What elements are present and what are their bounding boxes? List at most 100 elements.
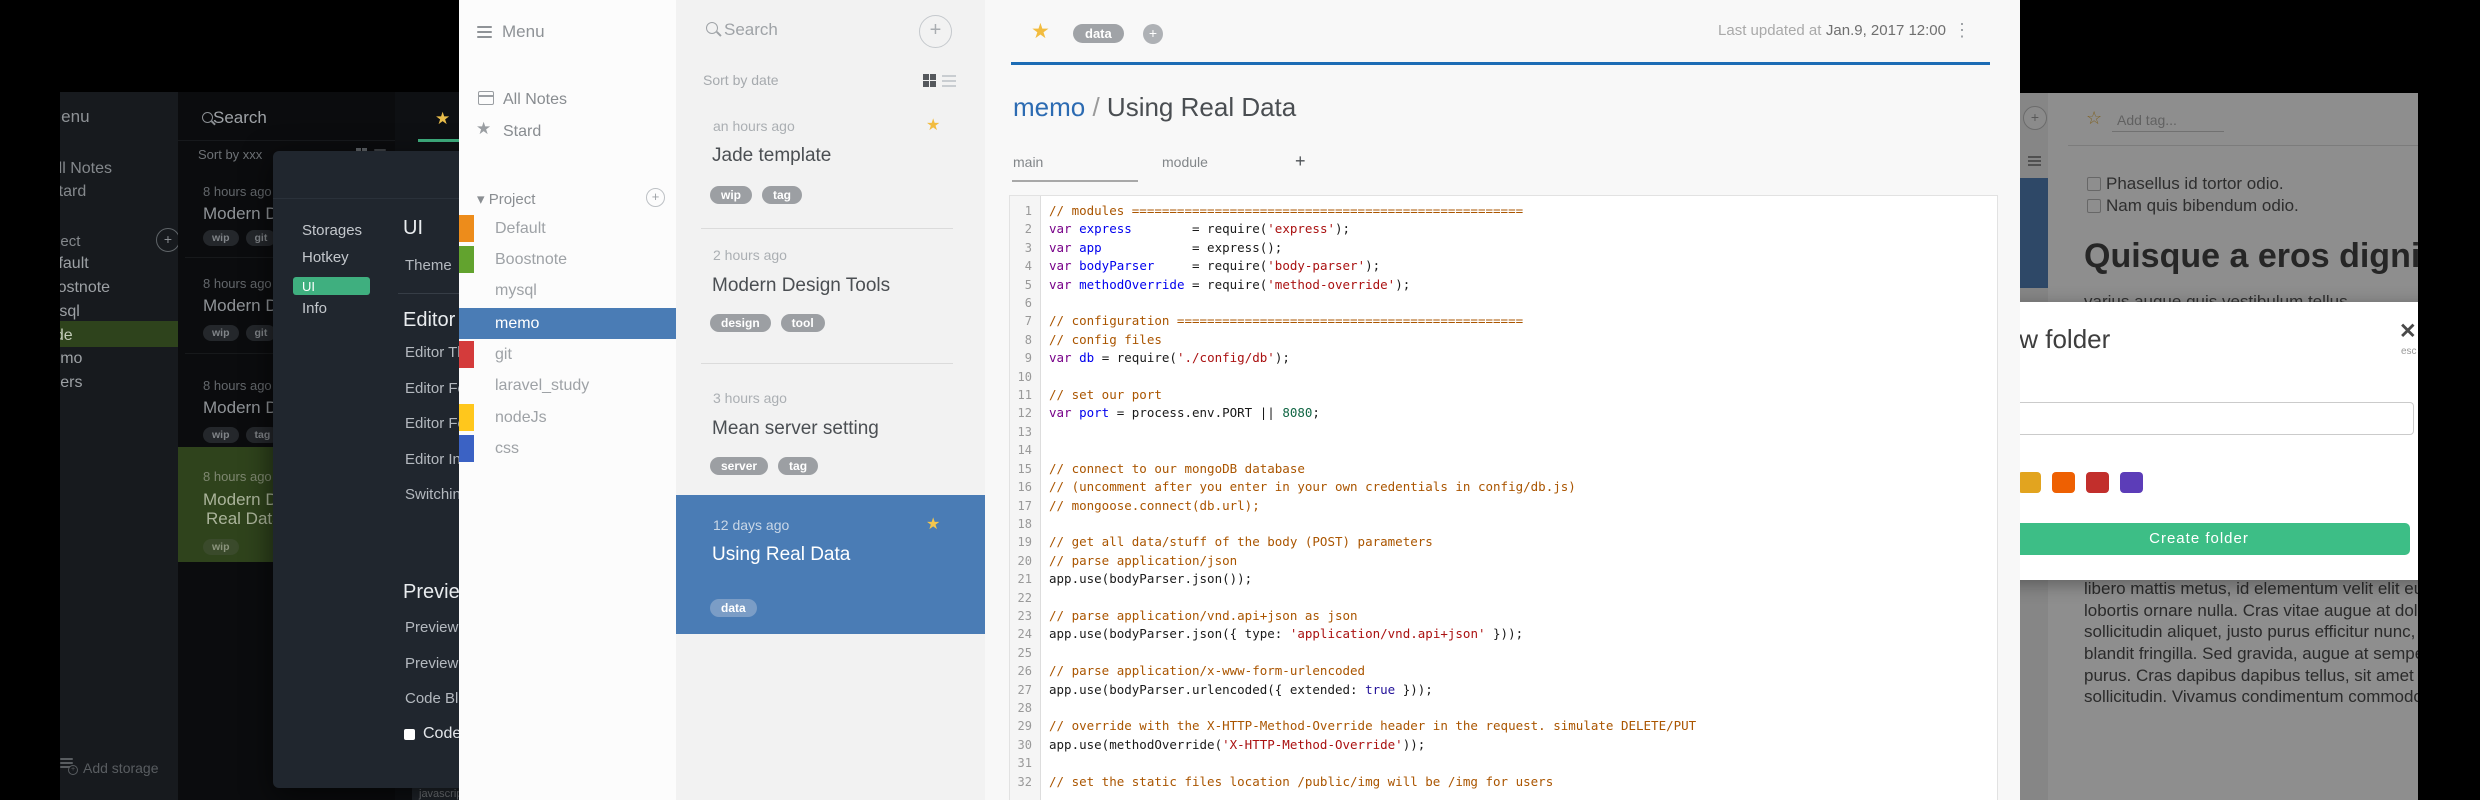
code-line: // modules =============================… [1049, 203, 1524, 218]
add-snippet-tab-button[interactable]: + [1295, 151, 1306, 172]
folder-label: Default [495, 220, 546, 237]
folder-row-laravel-study[interactable]: laravel_study [459, 370, 676, 401]
dark-add-storage-button[interactable]: Add storage [83, 760, 159, 776]
add-folder-button[interactable]: + [646, 188, 665, 207]
note-item-using-real-data-selected[interactable]: 12 days ago ★ Using Real Data data [676, 495, 985, 634]
line-number: 24 [1017, 627, 1032, 642]
menu-button-label[interactable]: Menu [502, 22, 545, 42]
project-group-header[interactable]: ▾ Project [477, 190, 535, 208]
note-item-modern-design-tools[interactable]: 2 hours ago Modern Design Tools design to… [676, 228, 985, 363]
settings-checkbox[interactable] [404, 729, 415, 740]
dark-sidebar-item-all-notes[interactable]: All Notes [60, 160, 112, 178]
snippet-tab-module[interactable]: module [1162, 154, 1208, 170]
folder-name-input[interactable] [2020, 402, 2414, 435]
dark-search-input[interactable]: Search [213, 108, 267, 128]
code-line: // config files [1049, 331, 1162, 347]
dark-list-header-divider [178, 140, 395, 141]
line-number: 7 [1024, 314, 1032, 329]
dark-folder-code[interactable]: code [60, 327, 73, 345]
note-title-text: Using Real Data [1106, 92, 1297, 122]
settings-row-theme[interactable]: Theme [405, 257, 452, 293]
sort-by-dropdown[interactable]: Sort by date [703, 72, 779, 88]
dark-folder-mysql[interactable]: mysql [60, 303, 80, 321]
dark-folder-selected-row[interactable] [60, 321, 178, 347]
folder-color-swatch-orange[interactable] [2052, 472, 2075, 493]
folder-label: nodeJs [495, 409, 547, 426]
code-line: // configuration =======================… [1049, 313, 1524, 329]
line-number: 17 [1017, 498, 1032, 513]
dark-sort-label[interactable]: Sort by xxx [198, 147, 262, 162]
line-number: 28 [1017, 700, 1032, 715]
folder-row-memo-selected[interactable]: memo [459, 308, 676, 339]
dark-code-language-badge[interactable]: javascript [412, 786, 459, 800]
folder-row-boostnote[interactable]: Boostnote [459, 244, 676, 275]
detail-star-toggle[interactable]: ★ [1031, 19, 1050, 44]
note-time: an hours ago [713, 118, 795, 134]
line-number: 16 [1017, 480, 1032, 495]
code-editor[interactable]: 1 2 3 4 5 6 7 8 9 10 11 12 13 14 15 16 17 18 19 20 21 22 23 24 2… [1009, 195, 1998, 800]
dark-folder-memo[interactable]: memo [60, 350, 82, 368]
dark-note-time: 8 hours ago [203, 469, 272, 484]
last-updated: Last updated at Jan.9, 2017 12:00 [1718, 22, 1946, 40]
folder-color-swatch-red[interactable] [2086, 472, 2109, 493]
dark-sidebar-item-starred[interactable]: Stard [60, 183, 86, 201]
settings-tab-info[interactable]: Info [302, 300, 327, 317]
folder-label: css [495, 440, 519, 457]
line-number: 32 [1017, 774, 1032, 789]
dark-folder-others[interactable]: others [60, 374, 82, 392]
note-star-icon[interactable]: ★ [926, 514, 940, 534]
folder-row-default[interactable]: Default [459, 213, 676, 244]
folder-color-swatch-purple[interactable] [2120, 472, 2143, 493]
note-title: Modern Design Tools [712, 275, 891, 296]
list-view-icon[interactable] [942, 74, 956, 87]
note-star-icon[interactable]: ★ [926, 115, 940, 135]
main-sidebar: Menu All Notes ★ Stard ▾ Project + Defau… [459, 0, 677, 800]
folder-label: mysql [495, 282, 537, 299]
dark-menu-button[interactable]: Menu [60, 107, 90, 127]
dialog-esc-hint: esc [2401, 346, 2417, 357]
sidebar-item-starred[interactable]: Stard [503, 123, 541, 141]
folder-label: laravel_study [495, 377, 590, 394]
folder-row-mysql[interactable]: mysql [459, 275, 676, 306]
note-tags: design tool [710, 314, 835, 332]
hamburger-menu-icon[interactable] [477, 26, 492, 38]
settings-section-ui-title: UI [403, 217, 423, 239]
new-note-button[interactable]: + [919, 15, 952, 48]
note-title: Mean server setting [712, 418, 879, 439]
grid-view-icon[interactable] [923, 74, 936, 87]
detail-add-tag-button[interactable]: + [1143, 24, 1163, 44]
detail-tag-pill[interactable]: data [1073, 24, 1124, 43]
dark-add-folder-button[interactable]: + [156, 228, 180, 252]
folder-color-swatch-amber[interactable] [2020, 472, 2041, 493]
note-item-jade-template[interactable]: an hours ago ★ Jade template wip tag [676, 100, 985, 228]
dark-star-icon[interactable]: ★ [435, 109, 450, 129]
all-notes-icon [478, 91, 494, 105]
settings-tab-hotkey[interactable]: Hotkey [302, 249, 349, 266]
dialog-title: New folder [2020, 324, 2111, 354]
note-time: 12 days ago [713, 517, 790, 533]
detail-menu-kebab-icon[interactable]: ⋮ [1953, 20, 1971, 41]
tag-pill: wip [203, 230, 239, 246]
folder-row-nodejs[interactable]: nodeJs [459, 402, 676, 433]
note-item-mean-server-setting[interactable]: 3 hours ago Mean server setting server ta… [676, 363, 985, 495]
detail-accent-divider [1011, 62, 1990, 65]
settings-tab-storages[interactable]: Storages [302, 222, 362, 239]
create-folder-button[interactable]: Create folder [2020, 523, 2410, 555]
dark-folder-boostnote[interactable]: Boostnote [60, 279, 110, 297]
code-line: var app = express(); [1049, 239, 1283, 255]
code-line: app.use(methodOverride('X-HTTP-Method-Ov… [1049, 736, 1426, 752]
folder-row-css[interactable]: css [459, 433, 676, 464]
dark-project-header[interactable]: ▾ Project [60, 232, 80, 250]
sidebar-item-all-notes[interactable]: All Notes [503, 91, 567, 109]
folder-color-bar [459, 341, 474, 368]
snippet-tab-main-active[interactable]: main [1013, 154, 1043, 170]
folder-row-git[interactable]: git [459, 339, 676, 370]
breadcrumb-folder[interactable]: memo [1013, 92, 1085, 122]
search-input[interactable]: Search [724, 20, 778, 40]
line-number: 23 [1017, 608, 1032, 623]
dark-folder-default[interactable]: Default [60, 255, 89, 273]
dialog-close-icon[interactable]: ✕ [2399, 319, 2417, 344]
tag-pill: tool [780, 314, 825, 332]
